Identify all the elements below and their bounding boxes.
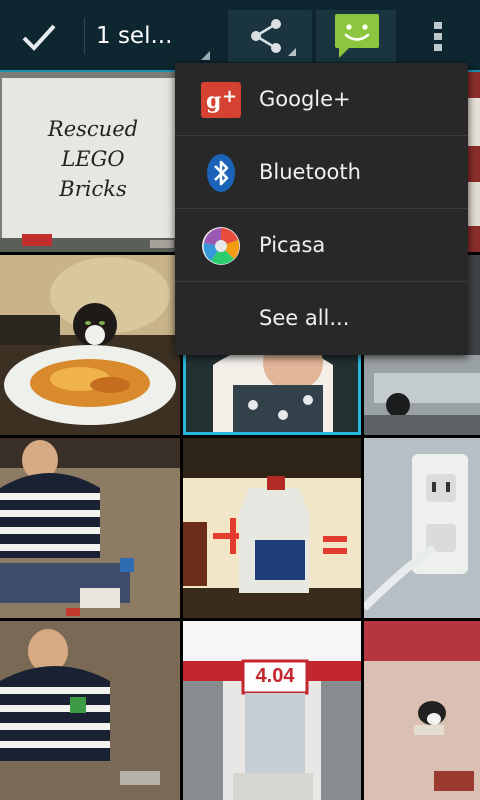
checkmark-icon — [22, 24, 56, 51]
share-option-see-all[interactable]: See all... — [175, 282, 468, 355]
photo-tile-cat-floor[interactable] — [364, 621, 480, 800]
divider — [84, 18, 85, 54]
overflow-menu-button[interactable] — [420, 0, 456, 72]
spinner-indicator — [201, 51, 210, 60]
share-option-label: Picasa — [259, 233, 326, 257]
share-menu-popup: g + Google+ Bluetooth Picasa See all... — [175, 63, 468, 355]
photo-tile-man-lego-2[interactable] — [0, 621, 180, 800]
overflow-menu-icon — [434, 22, 442, 51]
share-dropdown-indicator — [288, 48, 296, 56]
google-plus-icon: g + — [201, 82, 241, 118]
share-option-bluetooth[interactable]: Bluetooth — [175, 136, 468, 209]
photo-tile-whiteboard[interactable]: Rescued LEGO Bricks — [0, 72, 180, 252]
photo-tile-man-lego[interactable] — [0, 438, 180, 618]
whiteboard-text-line: Rescued — [47, 117, 139, 141]
share-option-picasa[interactable]: Picasa — [175, 209, 468, 282]
share-option-label: Bluetooth — [259, 160, 361, 184]
share-icon — [251, 19, 281, 53]
messaging-button[interactable] — [316, 10, 396, 62]
messaging-icon — [335, 14, 379, 58]
whiteboard-text-line: LEGO — [61, 147, 125, 171]
done-button[interactable] — [0, 0, 80, 72]
share-button[interactable] — [228, 10, 312, 62]
bluetooth-icon — [207, 154, 235, 192]
share-option-label: Google+ — [259, 87, 351, 111]
photo-tile-outlet[interactable] — [364, 438, 480, 618]
share-option-google-plus[interactable]: g + Google+ — [175, 63, 468, 136]
svg-text:+: + — [222, 86, 237, 107]
photo-tile-milk-jug[interactable] — [183, 438, 361, 618]
price-sign: 4.04 — [255, 665, 295, 687]
selection-count-label: 1 sel... — [96, 23, 173, 49]
see-all-label: See all... — [259, 306, 350, 330]
picasa-icon — [202, 227, 240, 265]
selection-spinner[interactable]: 1 sel... — [96, 0, 216, 72]
photo-tile-store-aisle[interactable]: 4.04 — [183, 621, 361, 800]
svg-text:g: g — [206, 88, 221, 114]
action-bar: 1 sel... — [0, 0, 480, 72]
whiteboard-text-line: Bricks — [59, 177, 127, 201]
photo-tile-cat-nachos[interactable] — [0, 255, 180, 435]
